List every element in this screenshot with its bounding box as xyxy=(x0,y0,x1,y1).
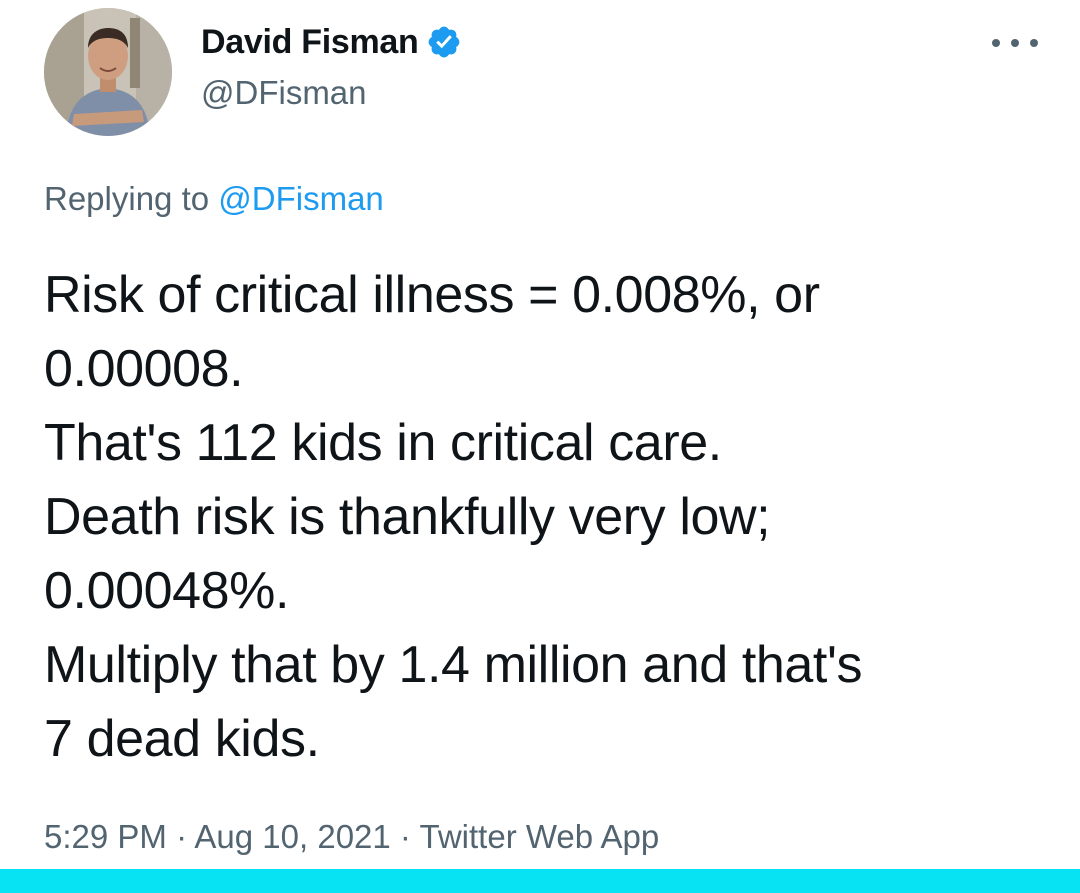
tweet-line: 0.00008. xyxy=(44,340,244,398)
more-dot xyxy=(1011,39,1019,47)
tweet-time[interactable]: 5:29 PM xyxy=(44,818,167,855)
tweet-date[interactable]: Aug 10, 2021 xyxy=(194,818,390,855)
author-name-row: David Fisman xyxy=(201,22,462,62)
tweet-line: That's 112 kids in critical care. xyxy=(44,414,722,472)
reply-mention-link[interactable]: @DFisman xyxy=(218,180,384,217)
tweet-text: Risk of critical illness = 0.008%, or 0.… xyxy=(44,258,1054,776)
tweet-line: 0.00048%. xyxy=(44,562,290,620)
tweet-line: Risk of critical illness = 0.008%, or xyxy=(44,266,820,324)
tweet-line: 7 dead kids. xyxy=(44,710,320,768)
more-dot xyxy=(1030,39,1038,47)
replying-to: Replying to @DFisman xyxy=(44,180,384,218)
replying-prefix: Replying to xyxy=(44,180,219,217)
author-handle[interactable]: @DFisman xyxy=(201,74,367,112)
meta-separator: · xyxy=(390,818,420,855)
tweet-card: David Fisman @DFisman Replying to @DFism… xyxy=(0,0,1080,893)
tweet-line: Death risk is thankfully very low; xyxy=(44,488,771,546)
avatar[interactable] xyxy=(44,8,172,136)
tweet-metadata: 5:29 PM · Aug 10, 2021 · Twitter Web App xyxy=(44,818,659,856)
avatar-photo xyxy=(44,8,172,136)
tweet-line: Multiply that by 1.4 million and that's xyxy=(44,636,863,694)
meta-separator: · xyxy=(166,818,195,855)
more-dot xyxy=(992,39,1000,47)
author-display-name[interactable]: David Fisman xyxy=(201,23,419,62)
more-options-icon[interactable] xyxy=(992,28,1038,58)
verified-badge-icon xyxy=(426,24,462,60)
tweet-source: Twitter Web App xyxy=(419,818,660,855)
bottom-color-bar xyxy=(0,869,1080,893)
